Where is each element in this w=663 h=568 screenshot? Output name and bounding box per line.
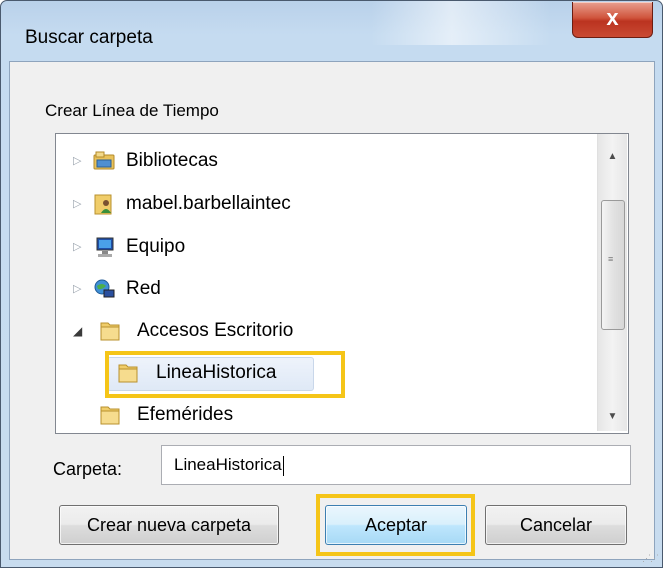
tree-item-label: Equipo (126, 236, 186, 257)
cancel-button[interactable]: Cancelar (485, 505, 627, 545)
expand-arrow-icon[interactable]: ▷ (73, 144, 81, 178)
folder-input[interactable]: LineaHistorica (161, 445, 631, 485)
scroll-down-arrow-icon[interactable]: ▼ (598, 406, 627, 428)
ok-button-highlight (316, 494, 475, 556)
text-caret (282, 455, 284, 476)
tree-scrollbar[interactable]: ▲ ≡ ▼ (597, 134, 627, 431)
scroll-grip-icon: ≡ (608, 254, 614, 264)
browse-folder-dialog: Buscar carpeta x Crear Línea de Tiempo ▷… (0, 0, 663, 568)
title-bar-glare (371, 1, 551, 45)
folder-icon (100, 406, 120, 425)
tree-item-label: mabel.barbellaintec (126, 193, 291, 214)
folder-input-value: LineaHistorica (174, 455, 282, 474)
tree-item-label: Efemérides (137, 404, 234, 425)
expand-arrow-icon[interactable]: ▷ (73, 272, 81, 306)
expand-arrow-icon[interactable]: ▷ (73, 187, 81, 221)
selected-folder-highlight (105, 351, 345, 398)
close-button[interactable]: x (572, 2, 653, 38)
network-icon (94, 279, 115, 298)
folder-label: Carpeta: (53, 459, 123, 479)
folder-icon (100, 322, 120, 341)
dialog-title: Buscar carpeta (25, 27, 153, 48)
title-bar[interactable]: Buscar carpeta x (1, 1, 662, 48)
libraries-icon (93, 151, 115, 170)
tree-item-label: Accesos Escritorio (137, 320, 294, 341)
tree-item-label: Red (126, 278, 161, 299)
computer-icon (96, 237, 114, 257)
scrollbar-thumb[interactable]: ≡ (601, 200, 625, 330)
collapse-arrow-icon[interactable]: ◢ (73, 314, 82, 348)
new-folder-button[interactable]: Crear nueva carpeta (59, 505, 279, 545)
user-folder-icon (94, 194, 112, 215)
expand-arrow-icon[interactable]: ▷ (73, 230, 81, 264)
scroll-up-arrow-icon[interactable]: ▲ (598, 146, 627, 168)
resize-grip-icon[interactable]: ⋰⋰ (642, 553, 659, 564)
tree-item-label: Bibliotecas (126, 150, 218, 171)
dialog-description: Crear Línea de Tiempo (45, 101, 219, 120)
